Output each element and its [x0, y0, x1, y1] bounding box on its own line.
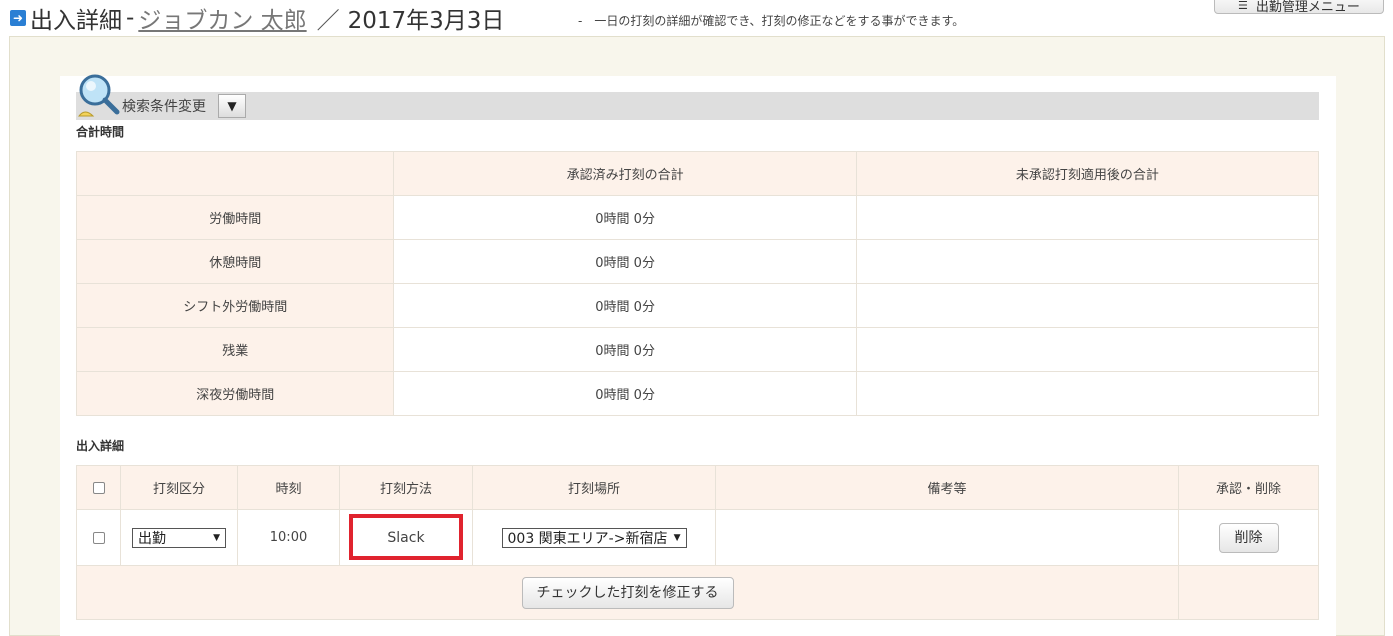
header-place: 打刻場所: [472, 465, 716, 510]
summary-row: 残業 0時間 0分: [75, 327, 1320, 372]
type-cell: 出勤 ▼: [120, 509, 238, 566]
search-toggle-button[interactable]: ▼: [218, 94, 246, 118]
list-icon: ☰: [1238, 0, 1248, 12]
dropdown-arrow-icon: ▼: [673, 532, 681, 543]
header-method: 打刻方法: [339, 465, 473, 510]
header-action: 承認・削除: [1178, 465, 1319, 510]
summary-approved-value: 0時間 0分: [393, 239, 857, 284]
search-bar: [76, 92, 1319, 120]
search-conditions-label[interactable]: 検索条件変更: [122, 96, 206, 116]
summary-row-label: 残業: [75, 327, 395, 372]
summary-unapproved-value: [855, 195, 1320, 240]
table-footer-row: チェックした打刻を修正する: [76, 565, 1319, 620]
summary-unapproved-value: [855, 239, 1320, 284]
summary-section-title: 合計時間: [76, 125, 125, 139]
footer-blank-cell: [1178, 565, 1319, 620]
summary-unapproved-value: [855, 283, 1320, 328]
header-time: 時刻: [237, 465, 340, 510]
summary-row: 労働時間 0時間 0分: [75, 195, 1320, 240]
row-checkbox[interactable]: [92, 531, 105, 544]
fix-button-cell: チェックした打刻を修正する: [76, 565, 1179, 620]
fix-checked-punches-button[interactable]: チェックした打刻を修正する: [521, 576, 734, 609]
detail-section-title: 出入詳細: [76, 439, 125, 453]
page-description: - 一日の打刻の詳細が確認でき、打刻の修正などをする事ができます。: [578, 14, 965, 28]
note-cell: [715, 509, 1179, 566]
punch-method: Slack: [387, 529, 425, 546]
summary-unapproved-value: [855, 371, 1320, 416]
summary-header-approved: 承認済み打刻の合計: [393, 151, 857, 196]
place-cell: 003 関東エリア->新宿店 ▼: [472, 509, 716, 566]
user-name-link[interactable]: ジョブカン 太郎: [138, 1, 306, 35]
punch-place-value: 003 関東エリア->新宿店: [507, 530, 668, 547]
dropdown-arrow-icon: ▼: [213, 532, 220, 543]
row-checkbox-cell: [76, 509, 121, 566]
page-header: ➜ 出入詳細 - ジョブカン 太郎 ／ 2017年3月3日: [10, 2, 504, 34]
summary-row-label: 休憩時間: [75, 239, 395, 284]
attendance-menu-label: 出勤管理メニュー: [1255, 0, 1360, 15]
header-type: 打刻区分: [120, 465, 238, 510]
punch-type-value: 出勤: [138, 530, 166, 547]
page-title: 出入詳細: [30, 8, 122, 34]
summary-approved-value: 0時間 0分: [393, 371, 857, 416]
punch-place-select[interactable]: 003 関東エリア->新宿店 ▼: [501, 527, 687, 548]
delete-button[interactable]: 削除: [1218, 522, 1279, 553]
summary-row-label: 深夜労働時間: [75, 371, 395, 416]
header-note: 備考等: [715, 465, 1179, 510]
summary-row: シフト外労働時間 0時間 0分: [75, 283, 1320, 328]
select-all-checkbox[interactable]: [92, 481, 105, 494]
time-cell: 10:00: [237, 509, 340, 566]
punch-detail-table: 打刻区分 時刻 打刻方法 打刻場所 備考等 承認・削除 出勤 ▼ 10:00 S…: [76, 465, 1319, 620]
summary-approved-value: 0時間 0分: [393, 327, 857, 372]
summary-approved-value: 0時間 0分: [393, 283, 857, 328]
action-cell: 削除: [1178, 509, 1319, 566]
summary-header-unapproved: 未承認打刻適用後の合計: [855, 151, 1320, 196]
title-separator: -: [126, 5, 135, 31]
summary-approved-value: 0時間 0分: [393, 195, 857, 240]
summary-header-blank: [75, 151, 395, 196]
header-checkbox-cell: [76, 465, 121, 510]
summary-row: 休憩時間 0時間 0分: [75, 239, 1320, 284]
summary-row-label: 労働時間: [75, 195, 395, 240]
date-separator: ／: [316, 8, 340, 34]
method-cell: Slack: [339, 509, 473, 566]
arrow-right-icon: ➜: [10, 10, 26, 26]
summary-row: 深夜労働時間 0時間 0分: [75, 371, 1320, 416]
summary-row-label: シフト外労働時間: [75, 283, 395, 328]
summary-unapproved-value: [855, 327, 1320, 372]
punch-type-select[interactable]: 出勤 ▼: [132, 527, 226, 548]
page-date: 2017年3月3日: [347, 8, 505, 34]
magnifier-icon: [77, 74, 120, 117]
summary-table: 承認済み打刻の合計 未承認打刻適用後の合計 労働時間 0時間 0分 休憩時間 0…: [75, 151, 1320, 416]
attendance-menu-button[interactable]: ☰ 出勤管理メニュー: [1214, 0, 1384, 15]
table-row: 出勤 ▼ 10:00 Slack 003 関東エリア->新宿店 ▼ 削除: [76, 509, 1319, 566]
